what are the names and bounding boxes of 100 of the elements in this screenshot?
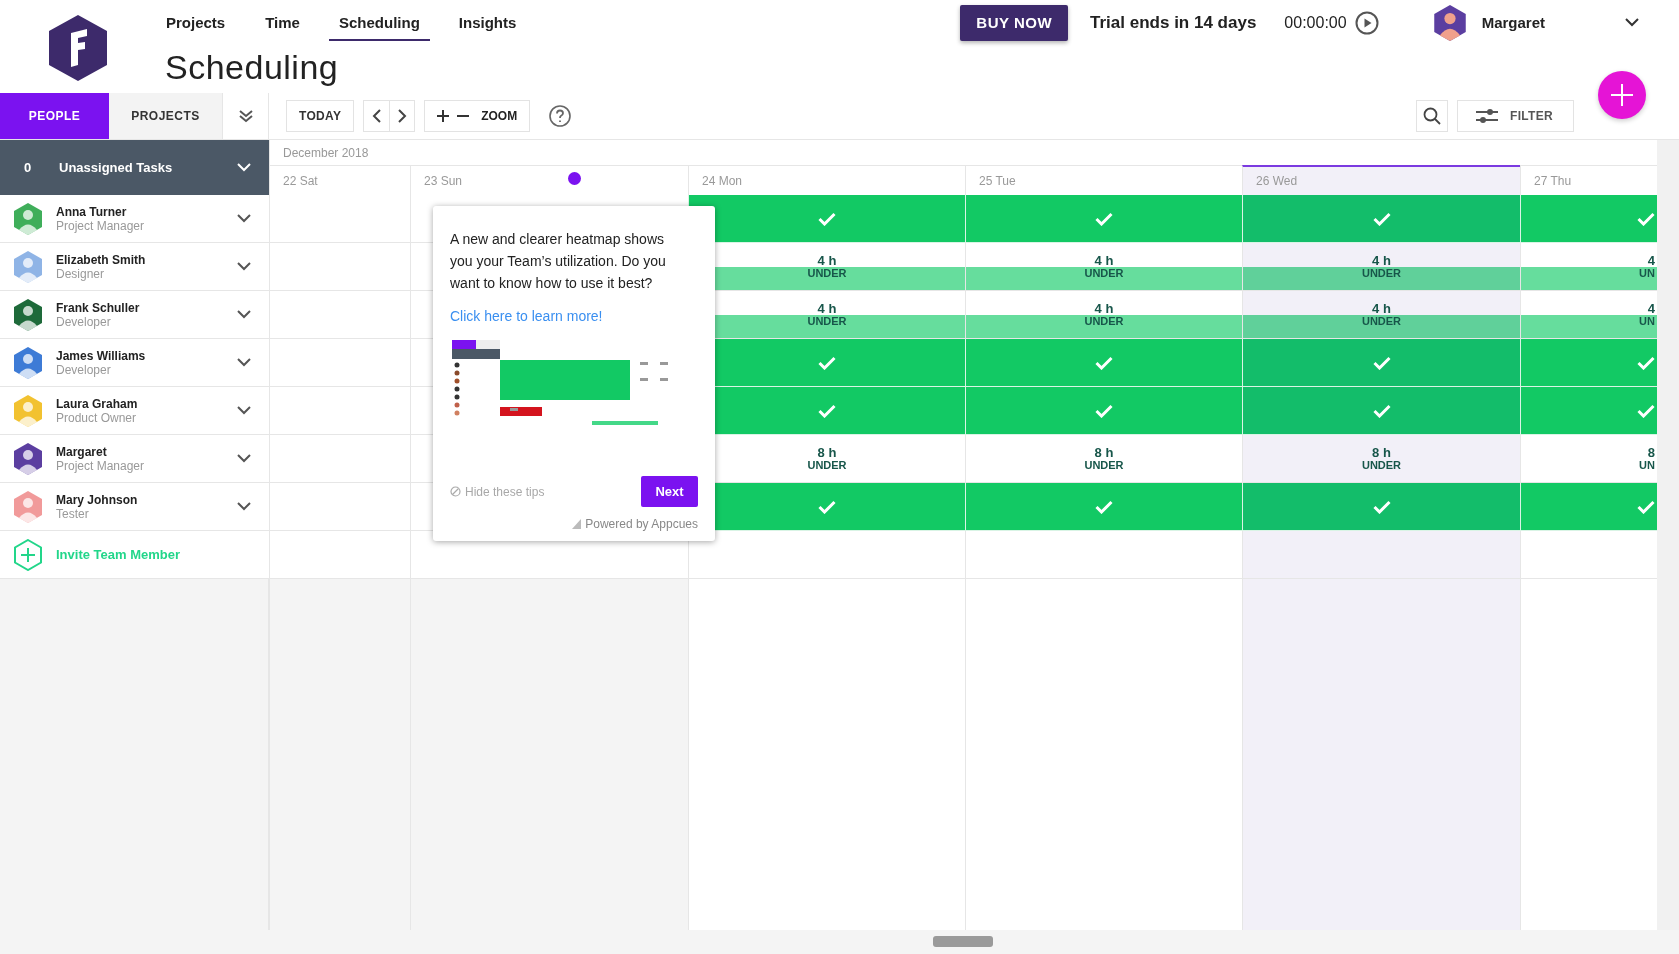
hours-label: 8 h	[1094, 445, 1114, 459]
fully-booked-cell[interactable]	[1243, 339, 1520, 386]
fully-booked-cell[interactable]	[966, 195, 1242, 242]
view-tab[interactable]: PEOPLE	[0, 93, 109, 139]
calendar-cell[interactable]	[1242, 531, 1520, 579]
fully-booked-cell[interactable]	[689, 195, 965, 242]
play-icon[interactable]	[1354, 10, 1379, 35]
nav-tab[interactable]: Insights	[457, 4, 518, 41]
powered-by-label: Powered by Appcues	[585, 517, 698, 531]
fully-booked-cell[interactable]	[1521, 195, 1657, 242]
user-name[interactable]: Margaret	[1481, 14, 1545, 31]
chevron-down-icon[interactable]	[237, 358, 251, 367]
avatar-icon	[14, 442, 42, 475]
next-button[interactable]: Next	[641, 476, 698, 507]
person-name: Anna Turner	[56, 204, 128, 219]
help-icon[interactable]	[549, 105, 572, 127]
check-icon	[818, 211, 836, 226]
add-button[interactable]	[1598, 71, 1646, 119]
fully-booked-cell[interactable]	[1521, 483, 1657, 530]
fully-booked-cell[interactable]	[966, 387, 1242, 434]
calendar-cell[interactable]	[269, 291, 410, 339]
fully-booked-cell[interactable]	[1243, 387, 1520, 434]
calendar-cell[interactable]	[269, 195, 410, 243]
chevron-down-icon[interactable]	[1625, 18, 1639, 27]
chevron-down-icon[interactable]	[237, 214, 251, 223]
fully-booked-cell[interactable]	[1243, 483, 1520, 530]
chevron-down-icon[interactable]	[237, 262, 251, 271]
chevron-left-icon	[371, 109, 382, 123]
nav-tab[interactable]: Scheduling	[328, 4, 430, 41]
view-tab[interactable]: PROJECTS	[109, 93, 222, 139]
check-icon	[1637, 403, 1655, 418]
status-label: UNDER	[1084, 314, 1124, 328]
hours-label: 4	[1647, 301, 1655, 315]
status-label: UNDER	[807, 314, 847, 328]
fully-booked-cell[interactable]	[1521, 387, 1657, 434]
fully-booked-cell[interactable]	[1521, 339, 1657, 386]
timer: 00:00:00	[1284, 13, 1347, 32]
person-name: James Williams	[56, 348, 147, 363]
person-name: Elizabeth Smith	[56, 252, 147, 267]
calendar-cell[interactable]	[269, 387, 410, 435]
filter-button[interactable]: FILTER	[1457, 100, 1574, 132]
day-header: 23 Sun	[410, 165, 688, 195]
day-header: 22 Sat	[269, 165, 410, 195]
check-icon	[1095, 211, 1113, 226]
hide-icon[interactable]	[450, 486, 461, 497]
person-role: Project Manager	[56, 458, 146, 473]
status-label: UNDER	[1084, 458, 1124, 472]
status-label: UNDER	[807, 458, 847, 472]
zoom-label: ZOOM	[481, 109, 518, 123]
logo-icon[interactable]	[49, 15, 107, 81]
zoom-in-icon[interactable]	[437, 110, 450, 122]
hours-label: 4 h	[1372, 253, 1391, 267]
fully-booked-cell[interactable]	[1243, 195, 1520, 242]
trial-notice: Trial ends in 14 days	[1090, 12, 1257, 33]
check-icon	[1637, 211, 1655, 226]
calendar-cell[interactable]	[269, 339, 410, 387]
hours-label: 8 h	[817, 445, 837, 459]
search-button[interactable]	[1416, 100, 1449, 132]
chevron-down-icon[interactable]	[237, 454, 251, 463]
person-role: Developer	[56, 314, 112, 329]
calendar-cell[interactable]	[269, 243, 410, 291]
check-icon	[818, 403, 836, 418]
nav-tab[interactable]: Projects	[165, 4, 227, 41]
vertical-scrollbar[interactable]	[1657, 140, 1679, 930]
calendar-cell[interactable]	[269, 435, 410, 483]
hours-label: 4 h	[1372, 301, 1391, 315]
avatar-icon	[14, 202, 42, 235]
person-role: Tester	[56, 506, 90, 521]
check-icon	[818, 355, 836, 370]
appcues-icon	[572, 519, 582, 529]
fully-booked-cell[interactable]	[966, 483, 1242, 530]
chevron-down-icon[interactable]	[237, 502, 251, 511]
check-icon	[1637, 355, 1655, 370]
today-button[interactable]: TODAY	[286, 100, 355, 132]
hours-label: 4 h	[817, 301, 837, 315]
status-label: UNDER	[807, 266, 847, 280]
fully-booked-cell[interactable]	[966, 339, 1242, 386]
hours-label: 4 h	[1094, 253, 1114, 267]
scrollbar-thumb[interactable]	[933, 936, 993, 947]
day-header: 25 Tue	[965, 165, 1242, 195]
chevron-down-icon[interactable]	[237, 310, 251, 319]
plus-icon	[1611, 84, 1633, 106]
person-name: Laura Graham	[56, 396, 139, 411]
hours-label: 4 h	[817, 253, 837, 267]
user-avatar-icon[interactable]	[1433, 4, 1466, 41]
calendar-cell[interactable]	[965, 531, 1242, 579]
status-label: UN	[1639, 458, 1655, 472]
unassigned-tasks-row[interactable]: 0 Unassigned Tasks	[0, 140, 269, 195]
calendar-cell[interactable]	[1520, 531, 1657, 579]
calendar-cell[interactable]	[269, 531, 410, 579]
check-icon	[1637, 499, 1655, 514]
calendar-cell[interactable]	[269, 483, 410, 531]
chevron-down-icon[interactable]	[237, 406, 251, 415]
avatar-icon	[14, 346, 42, 379]
check-icon	[1095, 355, 1113, 370]
nav-tab[interactable]: Time	[264, 4, 301, 41]
buy-now-button[interactable]: BUY NOW	[960, 4, 1069, 41]
collapse-icon[interactable]	[238, 109, 253, 123]
status-label: UNDER	[1361, 266, 1402, 280]
unassigned-tasks-label: Unassigned Tasks	[59, 160, 174, 175]
